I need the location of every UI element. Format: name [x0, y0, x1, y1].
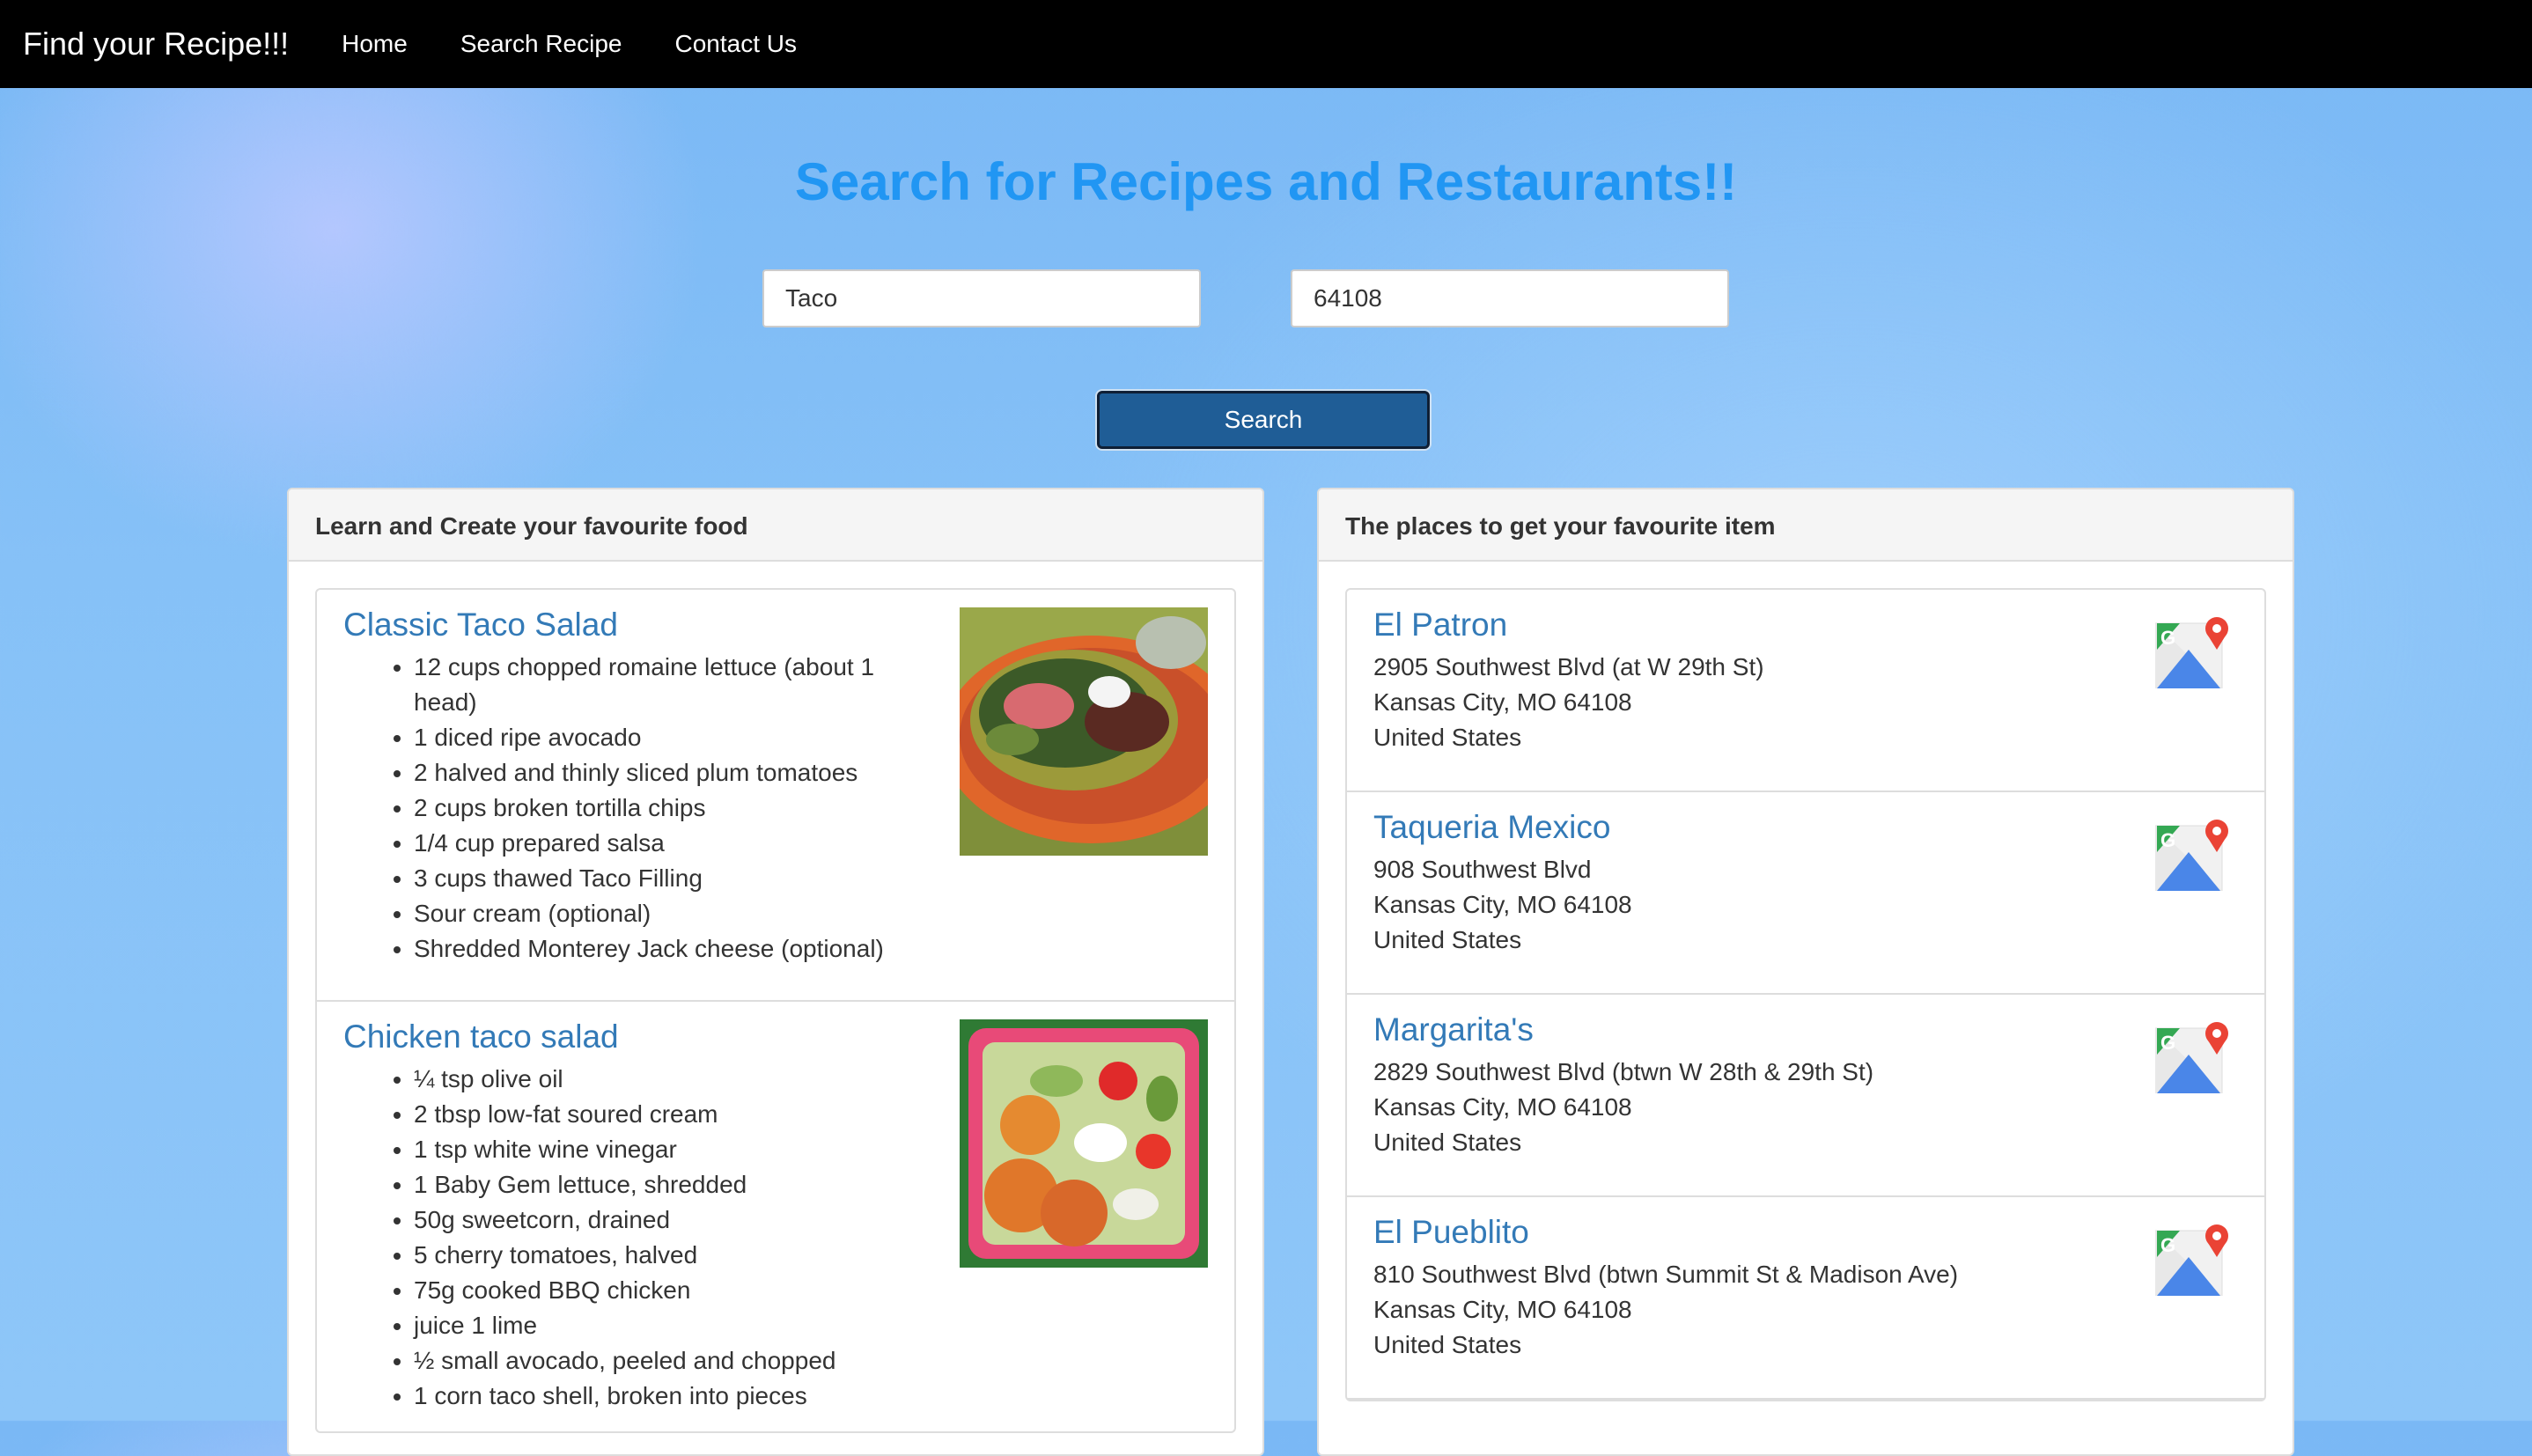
ingredient-list: ¼ tsp olive oil 2 tbsp low-fat soured cr…: [343, 1062, 907, 1414]
recipe-list: Classic Taco Salad 12 cups chopped romai…: [315, 588, 1236, 1434]
page-title: Search for Recipes and Restaurants!!: [794, 152, 1738, 211]
ingredient-item: ¼ tsp olive oil: [414, 1062, 907, 1097]
place-street: 2905 Southwest Blvd (at W 29th St): [1373, 653, 1764, 681]
place-street: 810 Southwest Blvd (btwn Summit St & Mad…: [1373, 1261, 1959, 1289]
recipes-panel-title: Learn and Create your favourite food: [289, 489, 1262, 562]
ingredient-item: 1 Baby Gem lettuce, shredded: [414, 1167, 907, 1202]
ingredient-item: 1 corn taco shell, broken into pieces: [414, 1379, 907, 1414]
nav-home[interactable]: Home: [342, 30, 408, 58]
recipe-search-input[interactable]: [762, 269, 1201, 327]
ingredient-item: Sour cream (optional): [414, 896, 907, 931]
ingredient-list: 12 cups chopped romaine lettuce (about 1…: [343, 650, 907, 967]
google-maps-icon[interactable]: G: [2155, 614, 2229, 688]
place-country: United States: [1373, 926, 1522, 954]
nav-search-recipe[interactable]: Search Recipe: [460, 30, 622, 58]
ingredient-item: 2 tbsp low-fat soured cream: [414, 1097, 907, 1132]
ingredient-item: Shredded Monterey Jack cheese (optional): [414, 931, 907, 967]
ingredient-item: 2 cups broken tortilla chips: [414, 791, 907, 826]
place-card: El Pueblito 810 Southwest Blvd (btwn Sum…: [1347, 1197, 2264, 1400]
place-title-link[interactable]: Margarita's: [1373, 1011, 2238, 1049]
place-city: Kansas City, MO 64108: [1373, 891, 1632, 919]
place-street: 2829 Southwest Blvd (btwn W 28th & 29th …: [1373, 1058, 1874, 1086]
places-panel: The places to get your favourite item El…: [1317, 488, 2294, 1456]
ingredient-item: 5 cherry tomatoes, halved: [414, 1238, 907, 1273]
ingredient-item: 1 tsp white wine vinegar: [414, 1132, 907, 1167]
place-city: Kansas City, MO 64108: [1373, 688, 1632, 717]
places-panel-title: The places to get your favourite item: [1319, 489, 2293, 562]
place-card: Taqueria Mexico 908 Southwest Blvd Kansa…: [1347, 792, 2264, 995]
place-list: El Patron 2905 Southwest Blvd (at W 29th…: [1345, 588, 2266, 1401]
ingredient-item: 75g cooked BBQ chicken: [414, 1273, 907, 1308]
place-street: 908 Southwest Blvd: [1373, 856, 1592, 884]
ingredient-item: 1/4 cup prepared salsa: [414, 826, 907, 861]
place-title-link[interactable]: El Patron: [1373, 606, 2238, 644]
place-title-link[interactable]: El Pueblito: [1373, 1213, 2238, 1252]
svg-text:G: G: [2160, 829, 2175, 851]
place-card: Margarita's 2829 Southwest Blvd (btwn W …: [1347, 995, 2264, 1197]
place-title-link[interactable]: Taqueria Mexico: [1373, 808, 2238, 847]
ingredient-item: 1 diced ripe avocado: [414, 720, 907, 755]
place-country: United States: [1373, 1129, 1522, 1157]
place-city: Kansas City, MO 64108: [1373, 1296, 1632, 1324]
ingredient-item: 3 cups thawed Taco Filling: [414, 861, 907, 896]
recipe-photo[interactable]: [960, 607, 1208, 856]
place-country: United States: [1373, 1331, 1522, 1359]
nav-contact-us[interactable]: Contact Us: [675, 30, 798, 58]
ingredient-item: 50g sweetcorn, drained: [414, 1202, 907, 1238]
google-maps-icon[interactable]: G: [2155, 817, 2229, 891]
top-navbar: Find your Recipe!!! Home Search Recipe C…: [0, 0, 2532, 88]
ingredient-item: juice 1 lime: [414, 1308, 907, 1343]
zip-code-input[interactable]: [1291, 269, 1729, 327]
place-card: El Patron 2905 Southwest Blvd (at W 29th…: [1347, 590, 2264, 792]
svg-text:G: G: [2160, 1234, 2175, 1256]
recipes-panel: Learn and Create your favourite food Cla…: [287, 488, 1264, 1456]
ingredient-item: 12 cups chopped romaine lettuce (about 1…: [414, 650, 907, 720]
google-maps-icon[interactable]: G: [2155, 1019, 2229, 1093]
recipe-card: Chicken taco salad ¼ tsp olive oil 2 tbs…: [317, 1002, 1234, 1431]
ingredient-item: 2 halved and thinly sliced plum tomatoes: [414, 755, 907, 791]
search-button[interactable]: Search: [1097, 391, 1430, 449]
recipe-photo[interactable]: [960, 1019, 1208, 1268]
recipe-card: Classic Taco Salad 12 cups chopped romai…: [317, 590, 1234, 1002]
place-city: Kansas City, MO 64108: [1373, 1093, 1632, 1121]
brand-logo[interactable]: Find your Recipe!!!: [23, 26, 289, 63]
place-country: United States: [1373, 724, 1522, 752]
google-maps-icon[interactable]: G: [2155, 1222, 2229, 1296]
ingredient-item: ½ small avocado, peeled and chopped: [414, 1343, 907, 1379]
svg-text:G: G: [2160, 627, 2175, 649]
svg-text:G: G: [2160, 1032, 2175, 1054]
